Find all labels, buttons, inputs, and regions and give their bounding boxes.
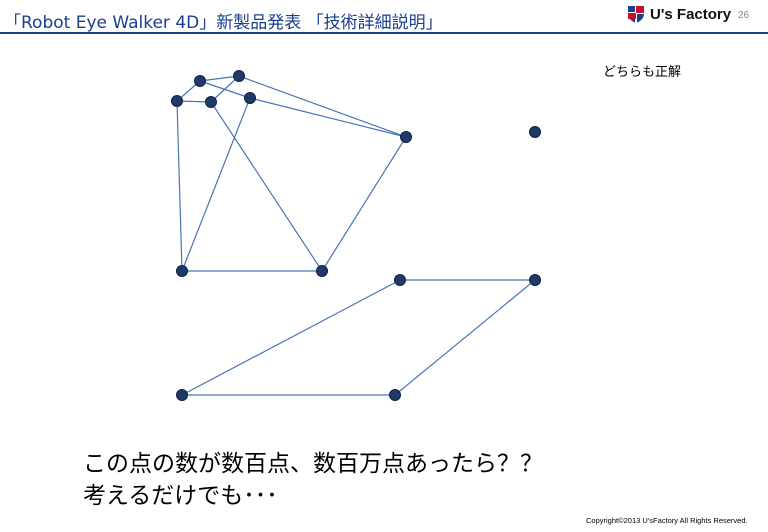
point-marker (176, 389, 188, 401)
point-marker (389, 389, 401, 401)
point-marker (316, 265, 328, 277)
point-marker (233, 70, 245, 82)
point-marker (394, 274, 406, 286)
connection-line (321, 136, 407, 272)
point-marker (529, 274, 541, 286)
edge-group (176, 75, 536, 396)
point-marker (176, 265, 188, 277)
connection-line (238, 75, 407, 138)
connection-line (394, 279, 536, 396)
slide: 「Robot Eye Walker 4D」新製品発表 「技術詳細説明」 U's … (0, 0, 768, 532)
point-marker (529, 126, 541, 138)
point-group (171, 70, 541, 401)
caption-line-2: 考えるだけでも･･･ (83, 483, 278, 509)
point-marker (205, 96, 217, 108)
point-marker (244, 92, 256, 104)
connection-line (249, 97, 407, 138)
connection-line (199, 80, 251, 99)
connection-line (176, 100, 183, 272)
caption: この点の数が数百点、数百万点あったら？？ 考えるだけでも･･･ (83, 448, 543, 512)
point-marker (171, 95, 183, 107)
point-marker (194, 75, 206, 87)
connection-line (181, 97, 251, 272)
copyright-text: Copyright©2013 U'sFactory All Rights Res… (586, 516, 748, 525)
connection-line (210, 101, 323, 272)
caption-line-1: この点の数が数百点、数百万点あったら？？ (83, 451, 543, 477)
point-marker (400, 131, 412, 143)
connection-line (181, 279, 401, 396)
